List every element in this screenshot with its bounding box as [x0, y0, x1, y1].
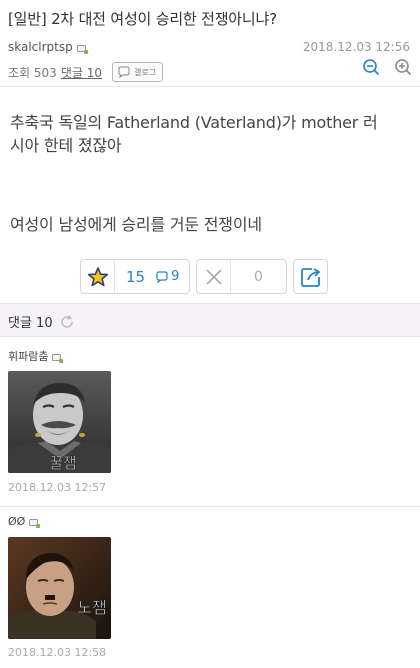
gallery-label: 갤로그: [133, 67, 157, 77]
level-icon: [76, 44, 88, 54]
close-icon: [197, 260, 231, 293]
comment-image-caption: 꿀잼: [49, 454, 77, 472]
downvote-count: 0: [254, 268, 263, 285]
gallery-button[interactable]: 갤로그: [111, 62, 164, 82]
comment-date-1: 2018.12.03 12:57: [8, 481, 107, 494]
zoom-out-icon[interactable]: [362, 58, 380, 76]
vote-comment-number: 9: [171, 269, 180, 284]
share-icon: [300, 267, 320, 287]
refresh-icon[interactable]: [59, 314, 75, 330]
comment-image-caption: 노잼: [77, 598, 106, 617]
star-icon: [81, 260, 115, 293]
comment-image-2: 노잼: [8, 537, 111, 639]
stats-row: 조회 503 댓글 10 갤로그: [8, 62, 164, 82]
post-body-line-1: 추축국 독일의 Fatherland (Vaterland)가 mother 러: [10, 113, 378, 132]
comments-header: 댓글 10: [0, 303, 420, 337]
comment-image-1: 꿀잼: [8, 371, 111, 473]
vote-bar: 15 9 0: [80, 259, 328, 294]
laughing-man-image: 꿀잼: [8, 371, 111, 473]
comment-date-2: 2018.12.03 12:58: [8, 646, 107, 659]
share-button[interactable]: [293, 259, 328, 294]
comment-author-1: 휘파람춤: [8, 348, 64, 364]
upvote-count: 15: [126, 267, 146, 286]
gallery-icon: [118, 66, 130, 78]
post-body-line-3: 여성이 남성에게 승리를 거둔 전쟁이네: [10, 215, 262, 234]
zoom-controls: [362, 58, 412, 76]
post-header: [일반] 2차 대전 여성이 승리한 전쟁아니냐? skalclrptsp 20…: [0, 0, 420, 87]
comments-header-label-wrap: 댓글 10: [8, 312, 75, 331]
disappointed-man-image: 노잼: [8, 537, 111, 639]
comments-header-label: 댓글 10: [8, 316, 53, 331]
view-count: 조회 503: [8, 65, 57, 80]
level-icon: [52, 353, 64, 363]
post-title: [일반] 2차 대전 여성이 승리한 전쟁아니냐?: [8, 10, 277, 28]
post-date: 2018.12.03 12:56: [302, 40, 410, 54]
level-icon: [29, 519, 41, 528]
downvote-button[interactable]: 0: [196, 259, 287, 294]
comment-count-link[interactable]: 댓글 10: [61, 64, 102, 81]
zoom-in-icon[interactable]: [394, 58, 412, 76]
comment-author-2: ØØ: [8, 515, 41, 528]
comment-divider: [0, 506, 420, 507]
author-name[interactable]: skalclrptsp: [8, 40, 73, 54]
upvote-button[interactable]: 15 9: [80, 259, 190, 294]
comment-author-name[interactable]: 휘파람춤: [8, 348, 48, 364]
post-body-line-2: 시아 한테 졌잖아: [10, 136, 122, 155]
comment-author-name[interactable]: ØØ: [8, 515, 25, 528]
author-row: skalclrptsp: [8, 40, 88, 54]
comment-icon: [156, 270, 168, 283]
vote-comment-count: 9: [155, 269, 179, 284]
